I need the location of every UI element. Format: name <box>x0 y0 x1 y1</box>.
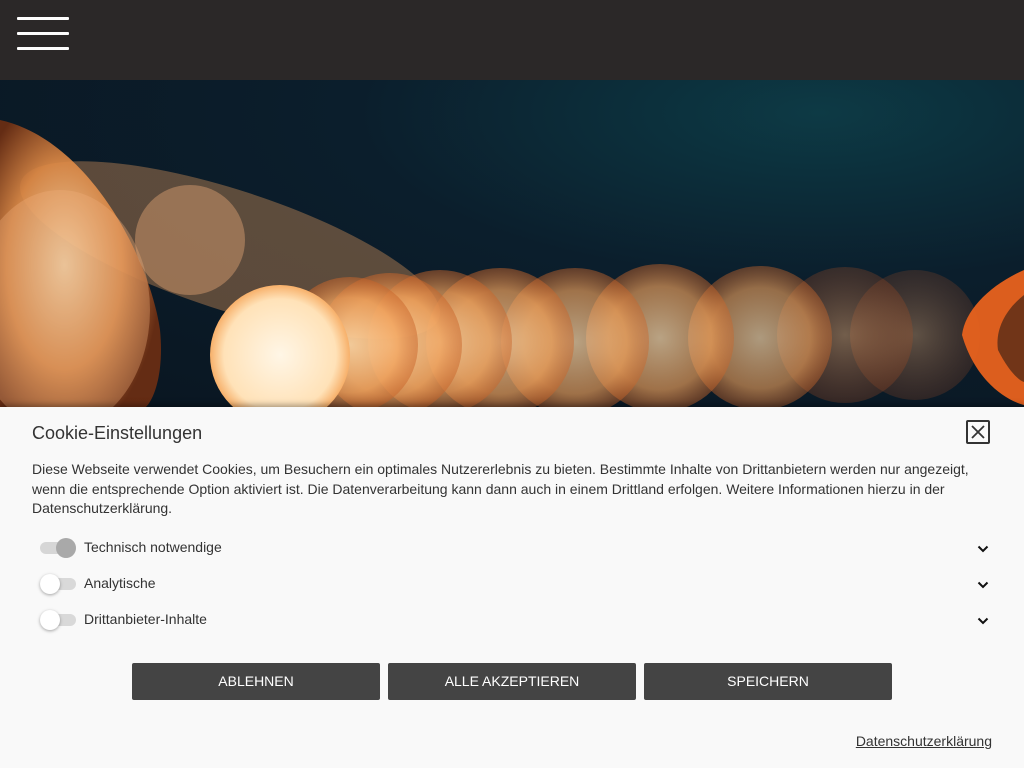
accept-all-button[interactable]: ALLE AKZEPTIEREN <box>388 663 636 700</box>
option-analytische: Analytische <box>32 569 992 599</box>
cookie-description: Diese Webseite verwendet Cookies, um Bes… <box>32 461 969 516</box>
hero-image <box>0 80 1024 410</box>
option-label: Analytische <box>84 575 156 591</box>
bokeh-lightbulb-photo <box>0 120 1024 410</box>
chevron-down-icon[interactable] <box>976 542 990 556</box>
close-icon[interactable] <box>966 420 990 444</box>
hamburger-menu-icon[interactable] <box>17 17 69 50</box>
drittanbieter-inhalte-toggle[interactable] <box>40 610 76 630</box>
chevron-down-icon[interactable] <box>976 614 990 628</box>
top-bar <box>0 0 1024 80</box>
option-label: Drittanbieter-Inhalte <box>84 611 207 627</box>
chevron-down-icon[interactable] <box>976 578 990 592</box>
technisch-notwendige-toggle <box>40 538 76 558</box>
option-drittanbieter-inhalte: Drittanbieter-Inhalte <box>32 605 992 635</box>
save-button[interactable]: SPEICHERN <box>644 663 892 700</box>
option-technisch-notwendige: Technisch notwendige <box>32 533 992 563</box>
cookie-consent-panel: Cookie-Einstellungen Diese Webseite verw… <box>0 407 1024 768</box>
reject-button[interactable]: ABLEHNEN <box>132 663 380 700</box>
analytische-toggle[interactable] <box>40 574 76 594</box>
cookie-title: Cookie-Einstellungen <box>32 423 203 443</box>
privacy-policy-link[interactable]: Datenschutzerklärung <box>856 733 992 749</box>
option-label: Technisch notwendige <box>84 539 222 555</box>
